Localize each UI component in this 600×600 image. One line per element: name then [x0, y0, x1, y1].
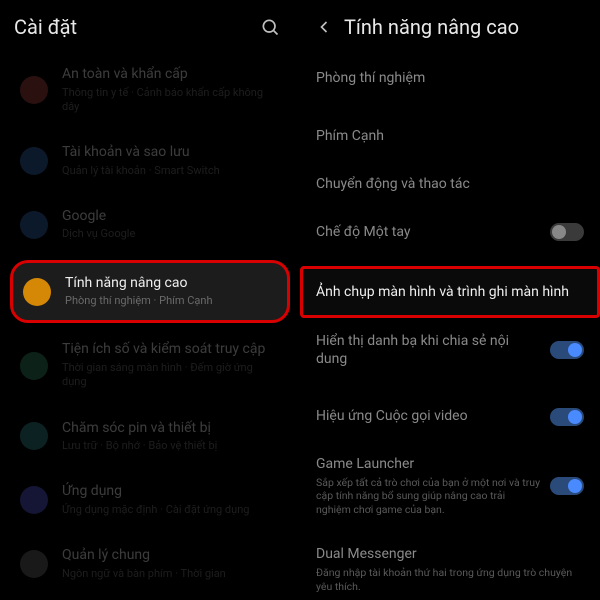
feature-subtitle: Sắp xếp tất cả trò chơi của bạn ở một nơ…: [316, 476, 542, 517]
settings-item-text: Quản lý chung Ngôn ngữ và bàn phím · Thời…: [62, 547, 280, 581]
settings-item-text: Tính năng nâng caoPhòng thí nghiệm · Phí…: [65, 275, 277, 309]
settings-item-text: GoogleDịch vụ Google: [62, 208, 280, 242]
left-header: Cài đặt: [0, 0, 300, 54]
settings-item-title: Tiện ích số và kiểm soát truy cập: [62, 341, 280, 359]
settings-item-icon: [20, 486, 48, 514]
settings-item-subtitle: Thời gian sáng màn hình · Đếm giờ ứng dụ…: [62, 361, 280, 390]
settings-item-title: Tính năng nâng cao: [65, 275, 277, 293]
toggle-switch[interactable]: [550, 341, 584, 359]
feature-row[interactable]: Ảnh chụp màn hình và trình ghi màn hình: [300, 266, 600, 318]
section-spacer: [300, 102, 600, 112]
settings-item[interactable]: GoogleDịch vụ Google: [10, 196, 290, 254]
toggle-switch[interactable]: [550, 223, 584, 241]
feature-row[interactable]: Phòng thí nghiệm: [300, 54, 600, 102]
section-spacer: [300, 383, 600, 393]
feature-text: Chế độ Một tay: [316, 223, 542, 241]
settings-item-icon: [20, 211, 48, 239]
settings-item-title: Google: [62, 208, 280, 226]
settings-item-title: Chăm sóc pin và thiết bị: [62, 420, 280, 438]
advanced-features-list: Phòng thí nghiệm Phím Cạnh Chuyển động và …: [300, 54, 600, 600]
feature-row[interactable]: Dual Messenger Đăng nhập tài khoản thứ ha…: [300, 531, 600, 600]
feature-text: Game Launcher Sắp xếp tất cả trò chơi của…: [316, 455, 542, 517]
settings-item-subtitle: Quản lý tài khoản · Smart Switch: [62, 164, 280, 178]
feature-text: Hiệu ứng Cuộc gọi video: [316, 407, 542, 425]
feature-title: Chế độ Một tay: [316, 223, 542, 241]
subpage-title: Tính năng nâng cao: [344, 15, 580, 39]
settings-item-text: Tiện ích số và kiểm soát truy cập Thời gi…: [62, 341, 280, 389]
settings-item-icon: [20, 352, 48, 380]
settings-item-icon: [20, 422, 48, 450]
settings-item-text: Chăm sóc pin và thiết bịLưu trữ · Bộ nhớ…: [62, 420, 280, 454]
feature-title: Hiển thị danh bạ khi chia sẻ nội dung: [316, 332, 542, 368]
settings-item-text: An toàn và khẩn cấp Thông tin y tế · Cảnh…: [62, 66, 280, 114]
settings-pane-left: Cài đặt An toàn và khẩn cấp Thông tin y t…: [0, 0, 300, 600]
settings-item-title: Tài khoản và sao lưu: [62, 144, 280, 162]
settings-item-subtitle: Lưu trữ · Bộ nhớ · Bảo vệ thiết bị: [62, 439, 280, 453]
feature-text: Dual Messenger Đăng nhập tài khoản thứ ha…: [316, 545, 584, 593]
settings-item[interactable]: Tiện ích số và kiểm soát truy cập Thời gi…: [10, 329, 290, 401]
feature-row[interactable]: Phím Cạnh: [300, 112, 600, 160]
settings-item-title: Quản lý chung: [62, 547, 280, 565]
settings-item[interactable]: Chăm sóc pin và thiết bịLưu trữ · Bộ nhớ…: [10, 408, 290, 466]
feature-title: Hiệu ứng Cuộc gọi video: [316, 407, 542, 425]
feature-text: Ảnh chụp màn hình và trình ghi màn hình: [316, 283, 584, 301]
feature-row[interactable]: Chế độ Một tay: [300, 208, 600, 256]
settings-item-title: An toàn và khẩn cấp: [62, 66, 280, 84]
settings-item-subtitle: Ngôn ngữ và bàn phím · Thời gian: [62, 567, 280, 581]
feature-row[interactable]: Hiển thị danh bạ khi chia sẻ nội dung: [300, 318, 600, 382]
settings-item-icon: [20, 147, 48, 175]
settings-item-icon: [23, 278, 51, 306]
feature-title: Ảnh chụp màn hình và trình ghi màn hình: [316, 283, 584, 301]
feature-title: Chuyển động và thao tác: [316, 175, 584, 193]
back-icon[interactable]: [314, 17, 334, 37]
settings-item-icon: [20, 76, 48, 104]
settings-item[interactable]: Tính năng nâng caoPhòng thí nghiệm · Phí…: [10, 260, 290, 324]
toggle-switch[interactable]: [550, 477, 584, 495]
feature-title: Phòng thí nghiệm: [316, 69, 584, 87]
settings-item-subtitle: Thông tin y tế · Cảnh báo khẩn cấp không…: [62, 86, 280, 115]
settings-item-text: Tài khoản và sao lưu Quản lý tài khoản · …: [62, 144, 280, 178]
feature-text: Phòng thí nghiệm: [316, 69, 584, 87]
settings-list: An toàn và khẩn cấp Thông tin y tế · Cảnh…: [0, 54, 300, 593]
settings-item[interactable]: An toàn và khẩn cấp Thông tin y tế · Cảnh…: [10, 54, 290, 126]
settings-item[interactable]: Tài khoản và sao lưu Quản lý tài khoản · …: [10, 132, 290, 190]
feature-title: Phím Cạnh: [316, 127, 584, 145]
feature-row[interactable]: Chuyển động và thao tác: [300, 160, 600, 208]
settings-item-icon: [20, 550, 48, 578]
search-icon[interactable]: [260, 17, 280, 37]
settings-item-subtitle: Ứng dụng mặc định · Cài đặt ứng dụng: [62, 503, 280, 517]
page-title: Cài đặt: [14, 15, 260, 39]
right-header: Tính năng nâng cao: [300, 0, 600, 54]
section-spacer: [300, 256, 600, 266]
settings-pane-right: Tính năng nâng cao Phòng thí nghiệm Phím …: [300, 0, 600, 600]
toggle-switch[interactable]: [550, 408, 584, 426]
settings-item-subtitle: Dịch vụ Google: [62, 227, 280, 241]
feature-subtitle: Đăng nhập tài khoản thứ hai trong ứng dụ…: [316, 566, 584, 593]
settings-item[interactable]: Ứng dụng Ứng dụng mặc định · Cài đặt ứng …: [10, 471, 290, 529]
settings-item[interactable]: Quản lý chung Ngôn ngữ và bàn phím · Thời…: [10, 535, 290, 593]
settings-item-text: Ứng dụng Ứng dụng mặc định · Cài đặt ứng …: [62, 483, 280, 517]
feature-title: Game Launcher: [316, 455, 542, 473]
feature-text: Phím Cạnh: [316, 127, 584, 145]
feature-title: Dual Messenger: [316, 545, 584, 563]
feature-text: Hiển thị danh bạ khi chia sẻ nội dung: [316, 332, 542, 368]
feature-text: Chuyển động và thao tác: [316, 175, 584, 193]
settings-item-subtitle: Phòng thí nghiệm · Phím Cạnh: [65, 294, 277, 308]
feature-row[interactable]: Hiệu ứng Cuộc gọi video: [300, 393, 600, 441]
feature-row[interactable]: Game Launcher Sắp xếp tất cả trò chơi của…: [300, 441, 600, 531]
settings-item-title: Ứng dụng: [62, 483, 280, 501]
